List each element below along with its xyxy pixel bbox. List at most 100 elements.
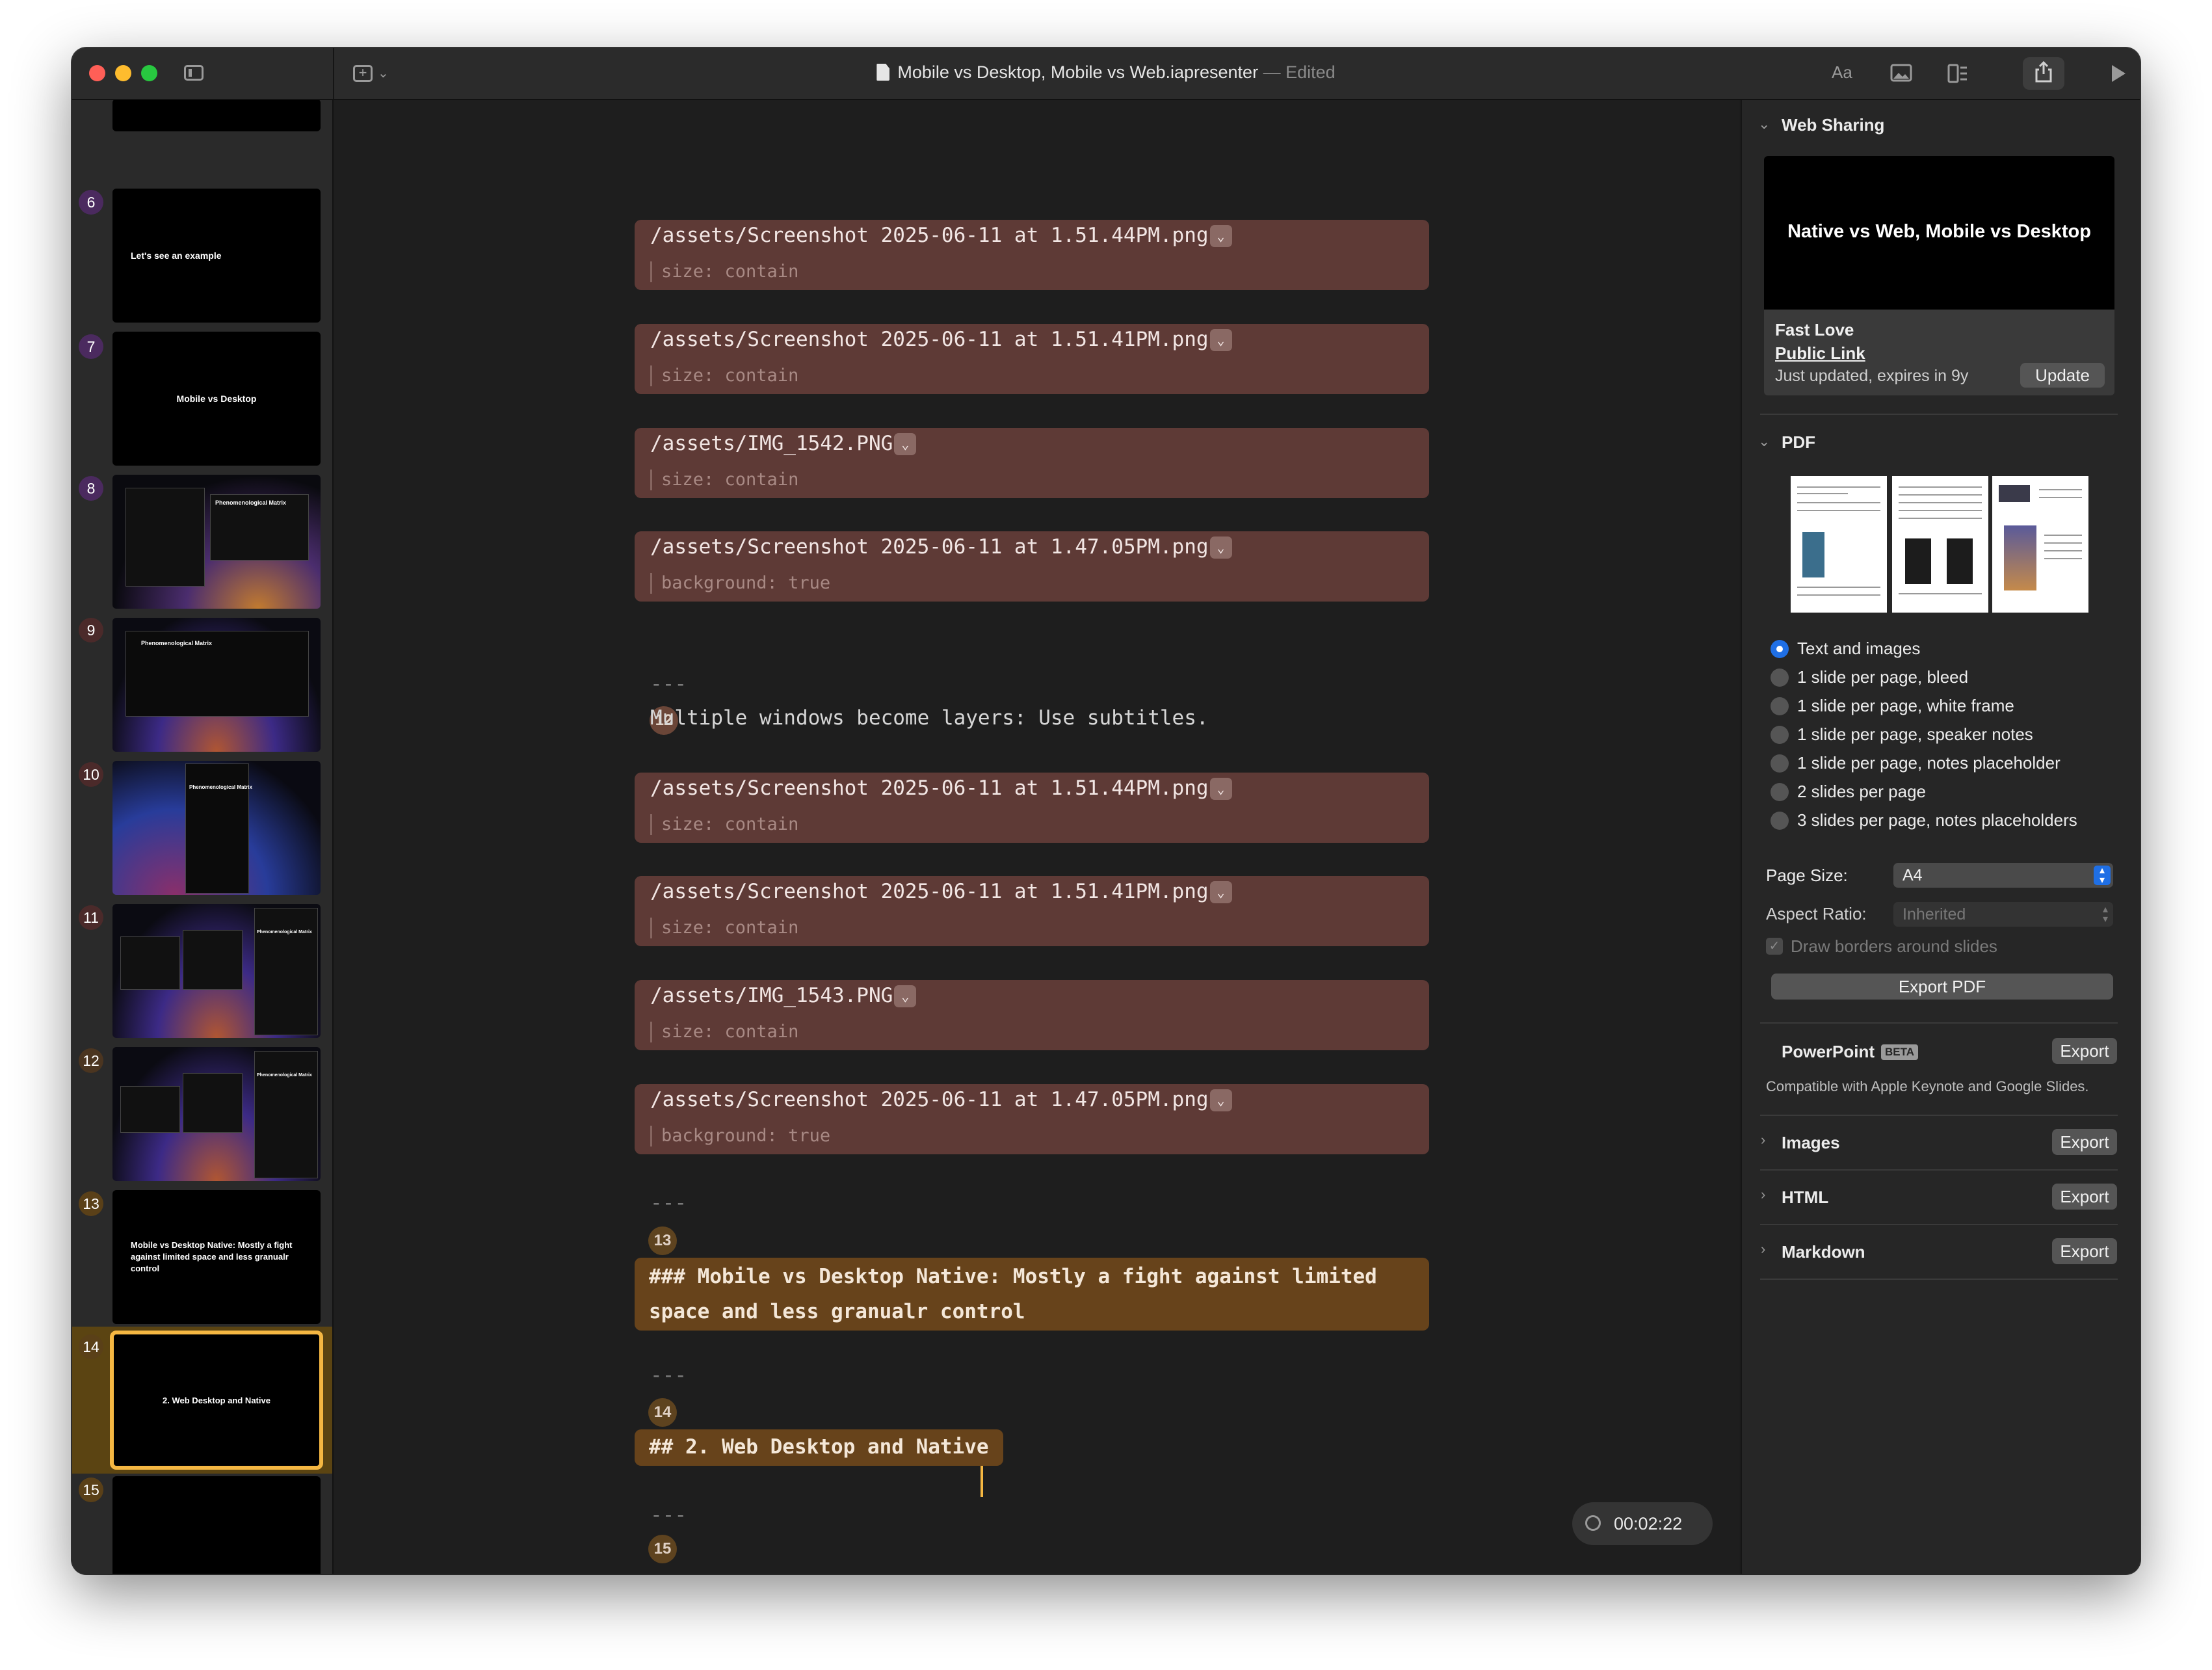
slide-heading-13[interactable]: ### Mobile vs Desktop Native: Mostly a f… (635, 1258, 1429, 1331)
font-settings-button[interactable]: Aa (1832, 62, 1852, 83)
slide-number-12: 12 (79, 1048, 103, 1073)
powerpoint-export-button[interactable]: Export (2052, 1038, 2117, 1064)
markdown-heading[interactable]: Markdown (1782, 1242, 1865, 1262)
slides-sidebar[interactable]: 6 Let's see an example 7 Mobile vs Deskt… (72, 100, 334, 1574)
html-heading[interactable]: HTML (1782, 1187, 1828, 1208)
pdf-option-radio[interactable] (1771, 812, 1789, 830)
chevron-down-icon[interactable]: ⌄ (1758, 433, 1770, 450)
slide-thumbnail-14[interactable]: 2. Web Desktop and Native (110, 1331, 323, 1470)
pdf-option-radio[interactable] (1771, 754, 1789, 773)
pdf-heading[interactable]: PDF (1782, 432, 1815, 453)
slide-thumbnail-7[interactable]: Mobile vs Desktop (112, 332, 321, 466)
pdf-option-label[interactable]: 1 slide per page, bleed (1797, 667, 1968, 687)
heading-line: ### Mobile vs Desktop Native: Mostly a f… (649, 1265, 1377, 1288)
slide-thumbnail-5[interactable] (112, 100, 321, 131)
chevron-down-icon[interactable]: ⌄ (1209, 881, 1232, 903)
web-preview[interactable]: Native vs Web, Mobile vs Desktop (1764, 156, 2114, 310)
image-block[interactable]: /assets/IMG_1542.PNG ⌄ size: contain (635, 428, 1429, 498)
thumbnail-window (254, 1051, 318, 1178)
image-icon[interactable] (1890, 64, 1912, 86)
layout-icon[interactable] (1947, 64, 1969, 88)
image-block[interactable]: /assets/Screenshot 2025-06-11 at 1.47.05… (635, 1084, 1429, 1154)
chevron-down-icon[interactable]: ⌄ (1209, 778, 1232, 800)
html-export-button[interactable]: Export (2052, 1184, 2117, 1210)
public-link[interactable]: Public Link (1775, 343, 1865, 364)
image-block[interactable]: /assets/IMG_1543.PNG ⌄ size: contain (635, 980, 1429, 1050)
image-path: /assets/Screenshot 2025-06-11 at 1.47.05… (650, 535, 1209, 559)
chevron-down-icon[interactable]: ⌄ (894, 985, 917, 1007)
chevron-right-icon[interactable]: › (1761, 1241, 1765, 1258)
pdf-option-label[interactable]: 1 slide per page, notes placeholder (1797, 753, 2061, 773)
pdf-option-radio[interactable] (1771, 640, 1789, 658)
slide-thumbnail-text: 2. Web Desktop and Native (163, 1395, 270, 1405)
slide-heading-14[interactable]: ## 2. Web Desktop and Native (635, 1429, 1003, 1466)
web-sharing-heading[interactable]: Web Sharing (1782, 115, 1884, 135)
powerpoint-heading: PowerPoint BETA (1782, 1042, 1919, 1062)
chevron-down-icon[interactable]: ⌄ (894, 433, 917, 455)
pdf-page-preview (1892, 476, 1988, 613)
thumbnail-window (183, 930, 243, 990)
markdown-editor[interactable]: /assets/Screenshot 2025-06-11 at 1.51.44… (334, 100, 1739, 1574)
image-block[interactable]: /assets/Screenshot 2025-06-11 at 1.51.41… (635, 876, 1429, 946)
images-export-button[interactable]: Export (2052, 1129, 2117, 1155)
image-block[interactable]: /assets/Screenshot 2025-06-11 at 1.51.44… (635, 773, 1429, 843)
play-icon[interactable] (2110, 64, 2127, 88)
slide-number-7: 7 (79, 334, 103, 359)
slide-thumbnail-10[interactable]: Phenomenological Matrix (112, 761, 321, 895)
pdf-option-label[interactable]: 1 slide per page, white frame (1797, 696, 2014, 716)
page-size-value: A4 (1903, 866, 1923, 884)
thumbnail-window (125, 488, 205, 587)
slide-thumbnail-11[interactable]: Phenomenological Matrix (112, 904, 321, 1038)
slide-number-13: 13 (79, 1191, 103, 1216)
image-block[interactable]: /assets/Screenshot 2025-06-11 at 1.47.05… (635, 531, 1429, 602)
divider (1760, 1279, 2118, 1280)
chevron-down-icon[interactable]: ⌄ (1758, 116, 1770, 133)
powerpoint-label: PowerPoint (1782, 1042, 1875, 1061)
heading-line: space and less granualr control (649, 1300, 1025, 1323)
chevron-down-icon[interactable]: ⌄ (1209, 225, 1232, 247)
slide-thumbnail-8[interactable]: Phenomenological Matrix (112, 475, 321, 609)
slide-thumbnail-9[interactable]: Phenomenological Matrix (112, 618, 321, 752)
chevron-down-icon[interactable]: ⌄ (1209, 329, 1232, 351)
pdf-option-label[interactable]: Text and images (1797, 639, 1920, 659)
pdf-option-radio[interactable] (1771, 726, 1789, 744)
chevron-right-icon[interactable]: › (1761, 1186, 1765, 1203)
update-button[interactable]: Update (2020, 363, 2105, 388)
image-property: background: true (650, 1126, 830, 1146)
divider (1760, 1022, 2118, 1024)
pdf-option-label[interactable]: 2 slides per page (1797, 782, 1926, 802)
page-size-select[interactable]: A4 ▴ ▾ (1893, 863, 2113, 888)
slide-thumbnail-6[interactable]: Let's see an example (112, 189, 321, 323)
export-pdf-button[interactable]: Export PDF (1771, 974, 2113, 1000)
chevron-down-icon[interactable]: ⌄ (1209, 537, 1232, 559)
presentation-timer[interactable]: 00:02:22 (1572, 1502, 1713, 1545)
pdf-option-radio[interactable] (1771, 669, 1789, 687)
slide-line-number-15: 15 (648, 1535, 677, 1563)
image-block[interactable]: /assets/Screenshot 2025-06-11 at 1.51.41… (635, 324, 1429, 394)
slide-thumbnail-text: Mobile vs Desktop (176, 393, 257, 404)
slide-thumbnail-15[interactable] (112, 1476, 321, 1574)
draw-borders-checkbox[interactable]: ✓ (1766, 938, 1783, 955)
share-icon[interactable] (2034, 60, 2053, 88)
pdf-option-radio[interactable] (1771, 697, 1789, 715)
image-property: size: contain (650, 1022, 798, 1042)
chevron-down-icon[interactable]: ⌄ (1209, 1089, 1232, 1111)
aspect-ratio-select[interactable]: Inherited ▴ ▾ (1893, 902, 2113, 927)
pdf-option-label[interactable]: 3 slides per page, notes placeholders (1797, 810, 2077, 830)
stepper-chevrons-icon: ▴ ▾ (2102, 904, 2108, 925)
image-block[interactable]: /assets/Screenshot 2025-06-11 at 1.51.44… (635, 220, 1429, 290)
stepper-chevrons-icon: ▴ ▾ (2094, 866, 2111, 886)
images-heading[interactable]: Images (1782, 1133, 1840, 1153)
markdown-export-button[interactable]: Export (2052, 1238, 2117, 1264)
chevron-right-icon[interactable]: › (1761, 1132, 1765, 1148)
slide-thumbnail-13[interactable]: Mobile vs Desktop Native: Mostly a fight… (112, 1190, 321, 1324)
thumbnail-window (185, 763, 249, 894)
slide-thumbnail-12[interactable]: Phenomenological Matrix (112, 1047, 321, 1181)
share-status: Just updated, expires in 9y (1775, 367, 1969, 385)
image-path: /assets/Screenshot 2025-06-11 at 1.51.44… (650, 776, 1209, 800)
slide-thumbnail-text: Phenomenological Matrix (257, 1073, 312, 1078)
pdf-option-radio[interactable] (1771, 783, 1789, 801)
image-property: size: contain (650, 470, 798, 490)
slide-number-15: 15 (79, 1478, 103, 1502)
pdf-option-label[interactable]: 1 slide per page, speaker notes (1797, 724, 2033, 745)
